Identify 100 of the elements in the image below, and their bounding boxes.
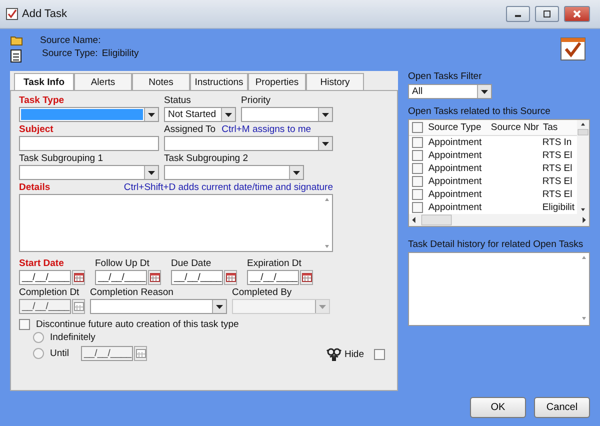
checkbox[interactable] xyxy=(412,163,424,174)
dropdown[interactable] xyxy=(241,107,333,122)
dropdown-arrow-icon xyxy=(322,142,329,146)
tab[interactable]: History xyxy=(306,73,364,90)
calendar-button[interactable] xyxy=(148,270,161,285)
dropdown-arrow-icon xyxy=(225,112,232,116)
field-label: Details xyxy=(19,182,50,193)
field-label: Completion Dt xyxy=(19,287,80,298)
tab[interactable]: Notes xyxy=(132,73,190,90)
history-label: Task Detail history for related Open Tasks xyxy=(408,239,584,250)
field-label: Status xyxy=(164,95,192,106)
checkbox-icon xyxy=(6,8,18,20)
source-name-label: Source Name: xyxy=(40,35,102,46)
tab[interactable]: Alerts xyxy=(74,73,132,90)
dropdown-arrow-icon xyxy=(148,112,155,116)
field-label: Assigned To xyxy=(164,124,216,135)
checkbox[interactable] xyxy=(412,122,424,133)
column-header[interactable]: Source Nbr xyxy=(486,122,539,133)
table-cell-text: Appointment xyxy=(427,202,483,213)
dropdown[interactable]: Not Started xyxy=(164,107,236,122)
input-field[interactable] xyxy=(19,136,159,151)
field-label: Priority xyxy=(241,95,272,106)
tab[interactable]: Instructions xyxy=(190,73,248,90)
checkbox[interactable] xyxy=(412,202,424,213)
tab[interactable]: Task Info xyxy=(14,73,74,90)
maximize-button[interactable] xyxy=(535,6,559,22)
dropdown[interactable] xyxy=(164,165,304,180)
field-label: Subject xyxy=(19,124,54,135)
table-cell-text: Appointment xyxy=(427,189,483,200)
checkbox[interactable] xyxy=(412,189,424,200)
ok-button[interactable]: OK xyxy=(470,397,526,418)
hide-label: Hide xyxy=(344,348,364,360)
column-header[interactable]: Tas xyxy=(538,122,577,133)
close-button[interactable] xyxy=(564,6,590,22)
dropdown-arrow-icon xyxy=(216,304,223,308)
column-header[interactable]: Source Type xyxy=(426,122,487,133)
vertical-scrollbar[interactable] xyxy=(577,120,589,214)
cancel-button[interactable]: Cancel xyxy=(534,397,590,418)
calendar-button[interactable] xyxy=(72,270,85,285)
field-label: Completed By xyxy=(232,287,293,298)
notepad-icon[interactable] xyxy=(10,49,22,63)
calendar-button[interactable] xyxy=(134,346,148,361)
dropdown[interactable]: All xyxy=(408,84,492,99)
checkbox[interactable] xyxy=(412,150,424,161)
hint-text: Ctrl+Shift+D adds current date/time and signature xyxy=(124,182,333,193)
dropdown-arrow-icon xyxy=(319,304,326,308)
close-icon xyxy=(572,9,582,19)
checkbox[interactable] xyxy=(412,137,424,148)
checkbox[interactable] xyxy=(19,319,30,330)
field-label: Task Type xyxy=(19,95,66,106)
date-field[interactable]: __/__/____ xyxy=(19,270,71,285)
field-label: Task Subgrouping 1 xyxy=(19,153,104,164)
table-cell-text: RTS El xyxy=(541,189,574,200)
table-cell-text: RTS El xyxy=(541,163,574,174)
calendar-button[interactable] xyxy=(300,270,313,285)
field-label: Due Date xyxy=(171,258,212,269)
table-cell-text: Appointment xyxy=(427,150,483,161)
radio-label: Until xyxy=(50,348,70,359)
window-title: Add Task xyxy=(22,8,68,20)
table-cell-text: Eligibilit xyxy=(541,202,576,213)
calendar-button[interactable] xyxy=(72,299,85,314)
checkbox[interactable] xyxy=(412,176,424,187)
dropdown-arrow-icon xyxy=(148,170,155,174)
dropdown[interactable] xyxy=(90,299,227,314)
table-cell-text: RTS El xyxy=(541,176,574,187)
history-textarea[interactable] xyxy=(408,252,590,326)
radio-button[interactable] xyxy=(33,332,44,343)
tab[interactable]: Properties xyxy=(248,73,306,90)
maximize-icon xyxy=(542,9,552,19)
field-label: Completion Reason xyxy=(90,287,174,298)
checkbox[interactable] xyxy=(374,348,385,360)
field-label: Start Date xyxy=(19,258,65,269)
table-cell-text: Appointment xyxy=(427,176,483,187)
hint-text: Ctrl+M assigns to me xyxy=(222,124,312,135)
source-type-value: Eligibility xyxy=(102,48,139,59)
list-label: Open Tasks related to this Source xyxy=(408,106,552,117)
details-textarea[interactable] xyxy=(19,194,333,252)
checklist-icon xyxy=(560,37,586,61)
checkbox-label: Discontinue future auto creation of this task type xyxy=(36,319,239,330)
table-cell-text: RTS In xyxy=(541,137,573,148)
horizontal-scrollbar[interactable] xyxy=(409,214,589,226)
dropdown[interactable] xyxy=(19,165,159,180)
dropdown-arrow-icon xyxy=(293,170,300,174)
table-cell-text: RTS El xyxy=(541,150,574,161)
table-cell-text: Appointment xyxy=(427,163,483,174)
date-field[interactable]: __/__/____ xyxy=(247,270,299,285)
disguise-glasses-icon xyxy=(326,347,342,361)
minimize-button[interactable] xyxy=(506,6,530,22)
dropdown-arrow-icon xyxy=(481,90,488,94)
table-cell-text: Appointment xyxy=(427,137,483,148)
dropdown[interactable] xyxy=(164,136,333,151)
source-type-label: Source Type: xyxy=(42,48,98,59)
dropdown[interactable] xyxy=(19,107,159,122)
filter-label: Open Tasks Filter xyxy=(408,71,483,82)
date-field[interactable]: __/__/____ xyxy=(95,270,147,285)
calendar-button[interactable] xyxy=(224,270,237,285)
field-label: Expiration Dt xyxy=(247,258,302,269)
folder-icon[interactable] xyxy=(10,34,24,46)
dropdown-arrow-icon xyxy=(322,112,329,116)
date-field[interactable]: __/__/____ xyxy=(171,270,223,285)
